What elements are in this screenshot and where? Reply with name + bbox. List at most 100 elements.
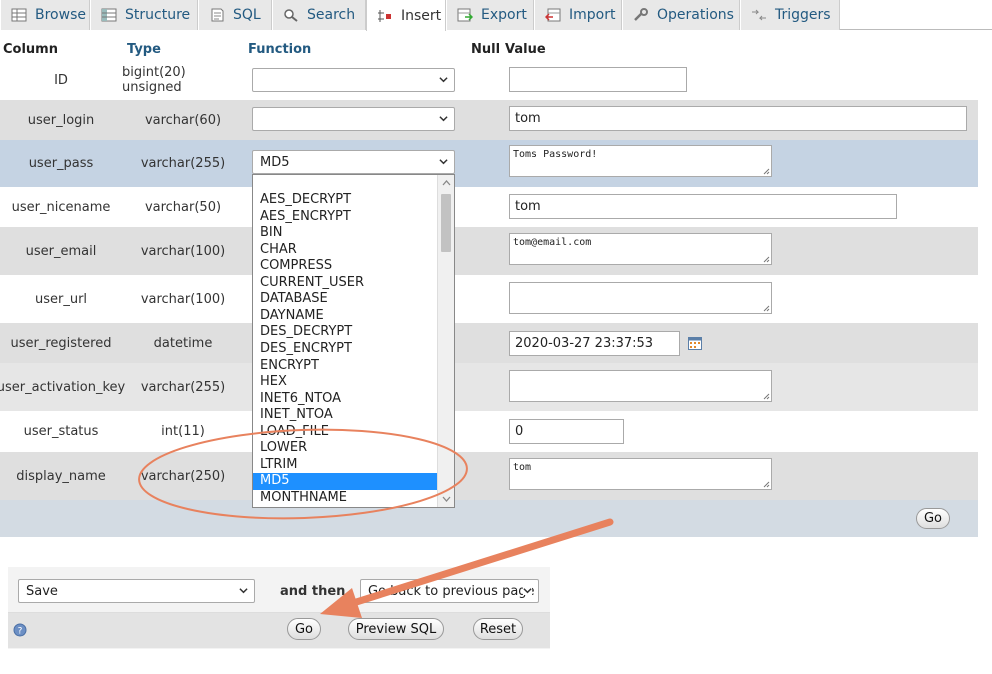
tab-label: Operations: [657, 7, 734, 23]
column-name: user_email: [25, 243, 97, 259]
column-type: varchar(60): [144, 112, 222, 128]
table-row: user_pass varchar(255) MD5 Toms Password…: [0, 140, 978, 187]
resize-grip-icon[interactable]: [763, 168, 770, 175]
resize-grip-icon[interactable]: [763, 393, 770, 400]
value-textarea[interactable]: [509, 282, 772, 314]
tab-search[interactable]: Search: [272, 0, 366, 30]
table-row: user_activation_key varchar(255): [0, 363, 978, 411]
function-option[interactable]: DES_DECRYPT: [253, 324, 438, 341]
function-option[interactable]: AES_ENCRYPT: [253, 209, 438, 226]
tab-sql[interactable]: SQL: [198, 0, 272, 30]
and-then-label: and then: [280, 584, 346, 599]
tab-label: Export: [481, 7, 527, 23]
function-option[interactable]: LTRIM: [253, 457, 438, 474]
insert-icon: [377, 9, 393, 23]
column-type: bigint(20) unsigned: [122, 65, 186, 95]
tab-label: Structure: [125, 7, 191, 23]
import-icon: [544, 8, 561, 22]
tab-import[interactable]: Import: [534, 0, 622, 30]
sql-icon: [209, 8, 225, 22]
submit-go-button[interactable]: Go: [287, 618, 321, 640]
column-type: varchar(255): [140, 379, 226, 395]
value-text: tom: [515, 111, 541, 126]
tab-bar: Browse Structure SQL Search Insert Expor…: [0, 0, 992, 31]
value-text: tom: [513, 462, 532, 473]
tab-label: Triggers: [775, 7, 831, 23]
header-type[interactable]: Type: [127, 42, 161, 57]
function-option[interactable]: LOAD_FILE: [253, 424, 438, 441]
go-button[interactable]: Go: [916, 508, 950, 529]
reset-button[interactable]: Reset: [473, 618, 523, 640]
function-option[interactable]: ENCRYPT: [253, 358, 438, 375]
tab-triggers[interactable]: Triggers: [740, 0, 840, 30]
table-row: display_name varchar(250) tom: [0, 452, 978, 500]
after-insert-select[interactable]: Go back to previous page: [360, 579, 539, 603]
table-footer: Go: [0, 500, 978, 537]
table-row: user_login varchar(60) tom: [0, 100, 978, 140]
table-row: user_status int(11) 0: [0, 411, 978, 452]
value-textarea[interactable]: [509, 370, 772, 402]
value-input[interactable]: [509, 67, 687, 92]
column-name: user_activation_key: [0, 379, 126, 395]
function-option[interactable]: COMPRESS: [253, 258, 438, 275]
resize-grip-icon[interactable]: [763, 481, 770, 488]
chevron-down-icon: [439, 77, 448, 83]
preview-sql-button[interactable]: Preview SQL: [348, 618, 444, 640]
tab-browse[interactable]: Browse: [0, 0, 90, 30]
scroll-up-icon[interactable]: [442, 180, 451, 186]
function-option[interactable]: MONTHNAME: [253, 490, 438, 507]
value-input[interactable]: tom: [509, 106, 967, 131]
tab-operations[interactable]: Operations: [622, 0, 740, 30]
function-option[interactable]: MD5: [253, 473, 438, 490]
resize-grip-icon[interactable]: [763, 256, 770, 263]
function-option[interactable]: DAYNAME: [253, 308, 438, 325]
function-select[interactable]: [252, 68, 455, 92]
search-icon: [283, 8, 299, 22]
table-row: user_email varchar(100) tom@email.com: [0, 227, 978, 275]
scrollbar-thumb[interactable]: [441, 194, 451, 252]
resize-grip-icon[interactable]: [763, 305, 770, 312]
tab-structure[interactable]: Structure: [90, 0, 198, 30]
function-option[interactable]: AES_DECRYPT: [253, 192, 438, 209]
function-option[interactable]: INET6_NTOA: [253, 391, 438, 408]
table-row: user_nicename varchar(50) tom: [0, 187, 978, 227]
tab-label: Insert: [401, 7, 442, 24]
function-option[interactable]: INET_NTOA: [253, 407, 438, 424]
value-textarea[interactable]: Toms Password!: [509, 145, 772, 177]
submit-panel-footer: [8, 612, 550, 648]
value-input[interactable]: 2020-03-27 23:37:53: [509, 331, 680, 356]
tab-insert[interactable]: Insert: [366, 0, 446, 31]
scrollbar[interactable]: [437, 175, 454, 507]
table-row: user_url varchar(100): [0, 275, 978, 323]
tab-label: SQL: [233, 7, 261, 23]
header-function[interactable]: Function: [248, 42, 311, 57]
table-row: user_registered datetime 2020-03-27 23:3…: [0, 323, 978, 363]
function-option[interactable]: BIN: [253, 225, 438, 242]
column-name: user_url: [34, 291, 88, 307]
tab-label: Import: [569, 7, 616, 23]
calendar-icon[interactable]: [688, 337, 702, 350]
function-option[interactable]: DATABASE: [253, 291, 438, 308]
help-icon[interactable]: ?: [13, 623, 27, 637]
column-name: user_pass: [28, 156, 94, 171]
function-select[interactable]: [252, 107, 455, 131]
column-name: user_nicename: [11, 199, 111, 215]
function-option[interactable]: CHAR: [253, 242, 438, 259]
function-dropdown-list[interactable]: AES_DECRYPT AES_ENCRYPT BIN CHAR COMPRESS CUR…: [252, 174, 455, 508]
function-option[interactable]: DES_ENCRYPT: [253, 341, 438, 358]
chevron-down-icon: [523, 586, 532, 595]
column-type: varchar(250): [140, 468, 226, 484]
tab-export[interactable]: Export: [446, 0, 534, 30]
function-option[interactable]: CURRENT_USER: [253, 275, 438, 292]
function-option[interactable]: LOWER: [253, 440, 438, 457]
function-select[interactable]: MD5: [252, 150, 455, 174]
value-textarea[interactable]: tom@email.com: [509, 233, 772, 265]
function-option[interactable]: HEX: [253, 374, 438, 391]
scroll-down-icon[interactable]: [442, 496, 451, 502]
value-textarea[interactable]: tom: [509, 458, 772, 490]
column-name: user_status: [23, 424, 99, 439]
wrench-icon: [633, 8, 649, 22]
value-input[interactable]: 0: [509, 419, 624, 444]
action-select[interactable]: Save: [18, 579, 255, 603]
value-input[interactable]: tom: [509, 194, 897, 219]
